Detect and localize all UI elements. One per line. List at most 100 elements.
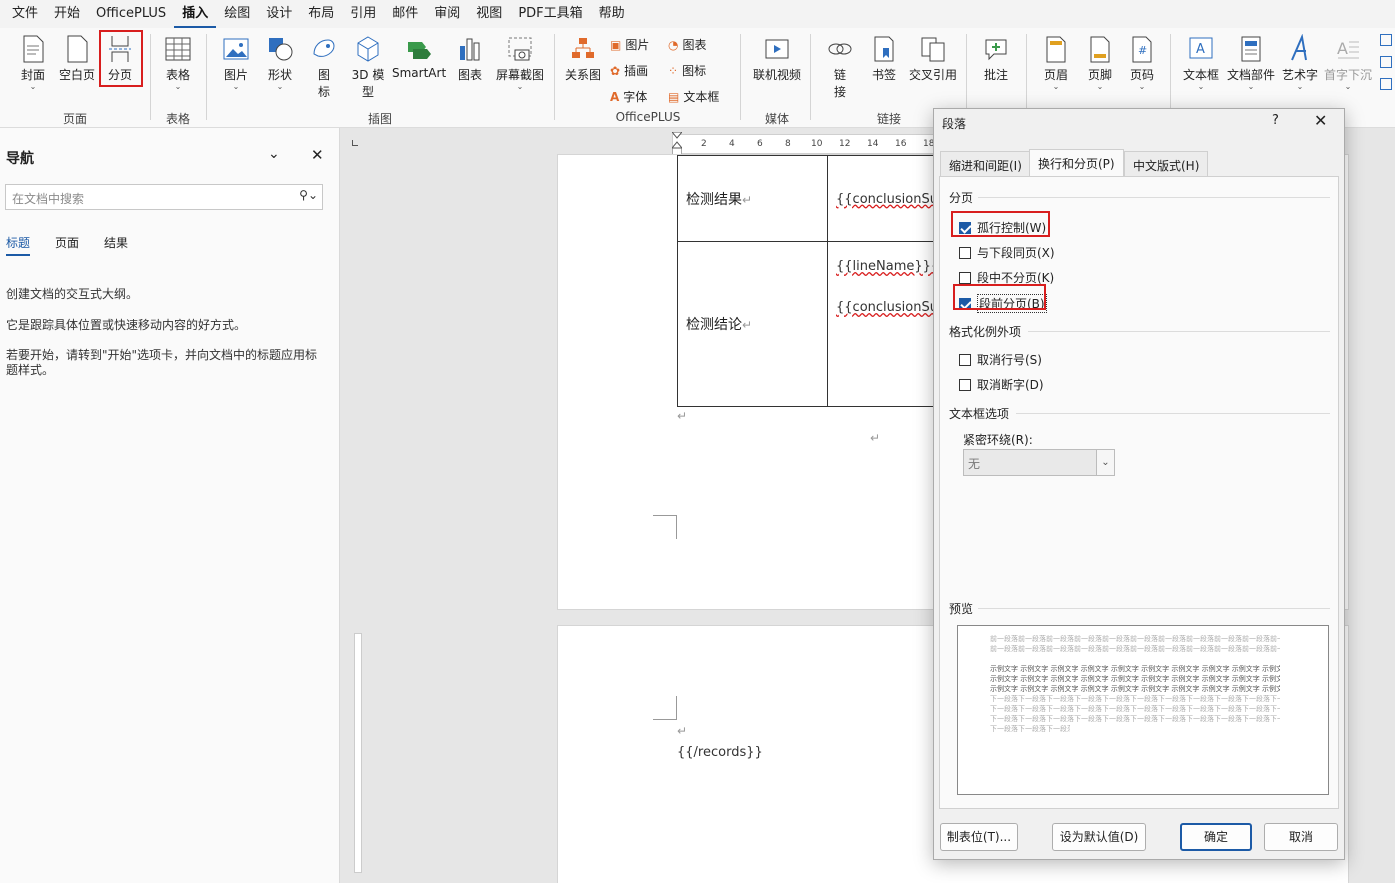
chart-icon: ◔: [668, 37, 679, 52]
indent-marker-icon[interactable]: [670, 131, 684, 156]
op-font-button[interactable]: A 字体: [610, 88, 647, 105]
comment-label: 批注: [983, 68, 1008, 82]
op-textbox-button[interactable]: ▤ 文本框: [668, 88, 719, 105]
dialog-title: 段落: [942, 117, 967, 131]
op-picture-label: 图片: [625, 38, 650, 52]
search-icon[interactable]: ⚲⌄: [299, 188, 318, 202]
menu-home[interactable]: 开始: [46, 0, 88, 28]
menu-help[interactable]: 帮助: [591, 0, 633, 28]
shapes-button[interactable]: 形状 ⌄: [262, 34, 298, 91]
footer-icon: [1090, 36, 1110, 63]
keep-with-next-checkbox[interactable]: 与下段同页(X): [959, 244, 1055, 261]
footer-button[interactable]: 页脚 ⌄: [1082, 34, 1118, 91]
tab-pages[interactable]: 页面: [55, 234, 79, 251]
group-label-illustrations: 插图: [367, 112, 392, 126]
menu-mailings[interactable]: 邮件: [384, 0, 426, 28]
op-textbox-label: 文本框: [683, 90, 720, 104]
section-title-preview: 预览: [949, 602, 974, 616]
tab-selector-icon[interactable]: [352, 140, 358, 146]
op-illustration-label: 插画: [624, 64, 649, 78]
set-default-button[interactable]: 设为默认值(D): [1052, 823, 1146, 851]
menu-pdf-toolbox[interactable]: PDF工具箱: [510, 0, 590, 28]
menu-insert[interactable]: 插入: [174, 0, 217, 28]
online-video-button[interactable]: 联机视频: [750, 34, 804, 83]
preview-next-paragraph: 下一段落下一段落下一段落下一段落下一段落下一段落下一段落下一段落下一段落下一段落…: [990, 725, 1070, 733]
tab-results[interactable]: 结果: [104, 234, 128, 251]
op-picture-button[interactable]: ▣ 图片: [610, 36, 649, 53]
group-separator: [810, 34, 811, 120]
cross-reference-button[interactable]: 交叉引用: [906, 34, 960, 83]
vertical-ruler: [342, 128, 370, 883]
menu-view[interactable]: 视图: [468, 0, 510, 28]
date-time-icon[interactable]: [1380, 56, 1392, 68]
menu-review[interactable]: 审阅: [426, 0, 468, 28]
dropcap-button[interactable]: A 首字下沉 ⌄: [1322, 34, 1374, 91]
link-button[interactable]: 链接: [822, 34, 858, 100]
close-icon[interactable]: ✕: [1314, 111, 1327, 130]
object-icon[interactable]: [1380, 78, 1392, 90]
comment-button[interactable]: 批注: [978, 34, 1014, 83]
table-cell-label[interactable]: 检测结果↵: [677, 155, 828, 242]
dont-hyphenate-checkbox[interactable]: 取消断字(D): [959, 376, 1044, 393]
doc-parts-button[interactable]: 文档部件 ⌄: [1226, 34, 1276, 91]
section-divider: [1028, 331, 1330, 332]
op-illustration-button[interactable]: ✿ 插画: [610, 62, 648, 79]
tab-line-page-breaks[interactable]: 换行和分页(P): [1029, 149, 1124, 177]
svg-text:A: A: [1196, 42, 1205, 57]
cover-button[interactable]: 封面 ⌄: [16, 34, 50, 91]
menu-layout[interactable]: 布局: [300, 0, 342, 28]
table-button[interactable]: 表格 ⌄: [160, 34, 196, 91]
smartart-button[interactable]: SmartArt: [392, 34, 446, 80]
header-label: 页眉: [1043, 68, 1068, 82]
table-cell-label[interactable]: 检测结论↵: [677, 241, 828, 407]
chevron-down-icon[interactable]: ⌄: [268, 146, 280, 162]
cross-reference-label: 交叉引用: [908, 68, 957, 82]
row-label-results: 检测结果: [686, 191, 742, 208]
tab-indents-spacing[interactable]: 缩进和间距(I): [940, 151, 1031, 177]
section-title-formatting-exceptions: 格式化例外项: [949, 325, 1022, 339]
op-icon-button[interactable]: ⁘ 图标: [668, 62, 706, 79]
records-end-tag[interactable]: {{/records}}: [677, 745, 763, 760]
search-input[interactable]: 在文档中搜索 ⚲⌄: [5, 184, 323, 210]
blank-page-label: 空白页: [58, 68, 95, 82]
header-button[interactable]: 页眉 ⌄: [1038, 34, 1074, 91]
menu-file[interactable]: 文件: [4, 0, 46, 28]
group-label-media: 媒体: [764, 112, 789, 126]
page-number-button[interactable]: # 页码 ⌄: [1124, 34, 1160, 91]
menu-design[interactable]: 设计: [258, 0, 300, 28]
word-window: 文件 开始 OfficePLUS 插入 绘图 设计 布局 引用 邮件 审阅 视图…: [0, 0, 1395, 883]
tabs-button[interactable]: 制表位(T)...: [940, 823, 1018, 851]
menu-references[interactable]: 引用: [342, 0, 384, 28]
3d-model-button[interactable]: 3D 模型: [348, 34, 388, 100]
picture-icon: [223, 38, 249, 60]
textbox-button[interactable]: A 文本框 ⌄: [1180, 34, 1222, 91]
tab-asian-typography[interactable]: 中文版式(H): [1124, 151, 1209, 177]
suppress-line-numbers-checkbox[interactable]: 取消行号(S): [959, 351, 1042, 368]
signature-line-icon[interactable]: [1380, 34, 1392, 46]
page-number-label: 页码: [1129, 68, 1154, 82]
ok-button[interactable]: 确定: [1180, 823, 1252, 851]
menu-draw[interactable]: 绘图: [216, 0, 258, 28]
relation-diagram-button[interactable]: 关系图: [562, 34, 604, 83]
wordart-button[interactable]: 艺术字 ⌄: [1280, 34, 1320, 91]
picture-button[interactable]: 图片 ⌄: [218, 34, 254, 91]
page-break-before-highlight: [953, 284, 1046, 310]
preview-box: 前一段落前一段落前一段落前一段落前一段落前一段落前一段落前一段落前一段落前一段落…: [957, 625, 1329, 795]
cancel-button[interactable]: 取消: [1264, 823, 1338, 851]
chart-button[interactable]: 图表: [452, 34, 488, 83]
cross-reference-icon: [921, 37, 945, 62]
op-chart-button[interactable]: ◔ 图表: [668, 36, 707, 53]
shapes-label: 形状: [267, 68, 292, 82]
blank-page-button[interactable]: 空白页: [56, 34, 98, 83]
tight-wrap-select[interactable]: 无 ⌄: [963, 449, 1115, 476]
tab-headings[interactable]: 标题: [6, 234, 31, 256]
menu-officeplus[interactable]: OfficePLUS: [88, 0, 174, 28]
bookmark-button[interactable]: 书签: [866, 34, 902, 83]
screenshot-button[interactable]: 屏幕截图 ⌄: [494, 34, 546, 91]
close-icon[interactable]: ✕: [311, 146, 324, 164]
icons-button[interactable]: 图标: [306, 34, 342, 100]
wordart-label: 艺术字: [1281, 68, 1318, 82]
help-icon[interactable]: ?: [1272, 113, 1279, 128]
chevron-down-icon: ⌄: [1096, 450, 1114, 475]
textbox-icon: ▤: [668, 89, 680, 104]
